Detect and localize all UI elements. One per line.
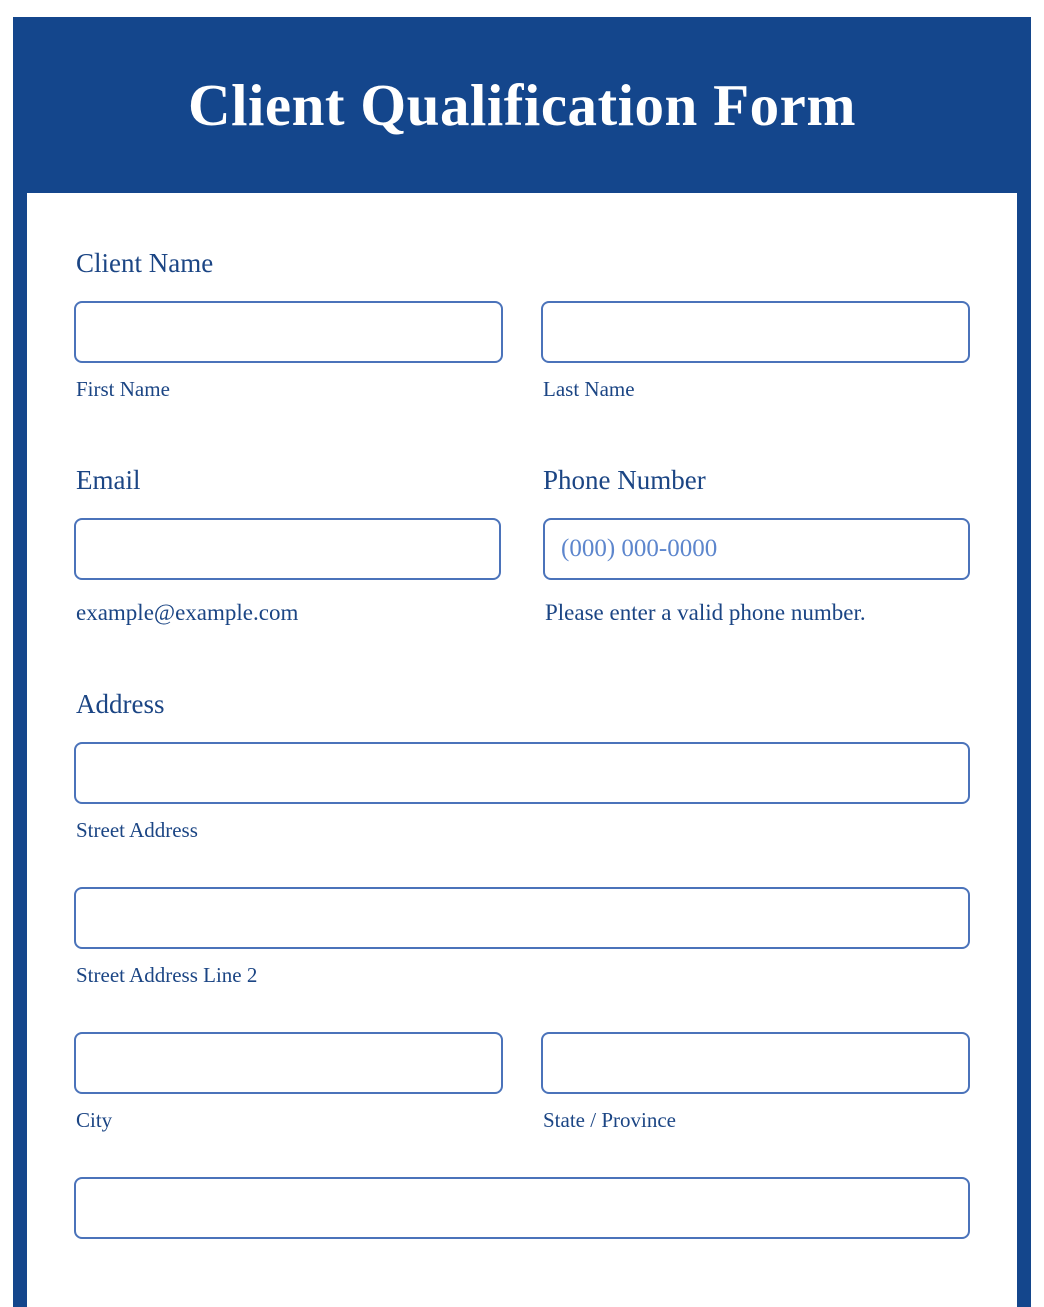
row-client-name: First Name Last Name	[74, 300, 970, 402]
phone-input[interactable]: (000) 000-0000	[543, 517, 970, 580]
row-city-state: City State / Province	[74, 1032, 970, 1133]
field-street-address-line-2: Street Address Line 2	[74, 887, 970, 988]
street-address-input[interactable]	[74, 741, 970, 804]
field-first-name: First Name	[74, 300, 503, 402]
sub-label-phone-number: Please enter a valid phone number.	[545, 599, 866, 625]
row-email-phone: Email example@example.com Phone Number (…	[74, 464, 970, 626]
sub-label-city: City	[76, 1108, 113, 1133]
form-frame: Client Qualification Form Client Name Fi…	[13, 17, 1031, 1307]
sub-label-first-name: First Name	[76, 376, 170, 401]
form-body: Client Name First Name Last Name Email e…	[27, 193, 1017, 1307]
field-last-name: Last Name	[541, 300, 970, 402]
last-name-input[interactable]	[541, 300, 970, 363]
sub-label-last-name: Last Name	[543, 376, 635, 401]
field-postal-code	[74, 1177, 970, 1240]
city-input[interactable]	[74, 1032, 503, 1095]
label-client-name: Client Name	[76, 248, 214, 278]
field-group-email: Email example@example.com	[74, 464, 501, 626]
email-input[interactable]	[74, 517, 501, 580]
sub-label-email: example@example.com	[76, 599, 299, 625]
field-state-province: State / Province	[541, 1032, 970, 1133]
field-group-phone: Phone Number (000) 000-0000 Please enter…	[539, 464, 970, 626]
first-name-input[interactable]	[74, 300, 503, 363]
phone-placeholder: (000) 000-0000	[561, 535, 718, 563]
label-email: Email	[76, 464, 141, 495]
state-province-input[interactable]	[541, 1032, 970, 1095]
field-group-address: Address Street Address Street Address Li…	[74, 689, 970, 1240]
form-header: Client Qualification Form	[27, 17, 1017, 193]
sub-label-state-province: State / Province	[543, 1108, 676, 1133]
postal-code-input[interactable]	[74, 1177, 970, 1240]
label-phone-number: Phone Number	[543, 464, 706, 495]
label-address: Address	[76, 689, 165, 720]
sub-label-street-address-line-2: Street Address Line 2	[76, 963, 258, 988]
street-address-line-2-input[interactable]	[74, 887, 970, 950]
page-title: Client Qualification Form	[188, 71, 856, 138]
sub-label-street-address: Street Address	[76, 817, 198, 842]
field-city: City	[74, 1032, 503, 1133]
field-street-address: Street Address	[74, 741, 970, 843]
field-group-client-name: Client Name First Name Last Name	[74, 248, 970, 402]
